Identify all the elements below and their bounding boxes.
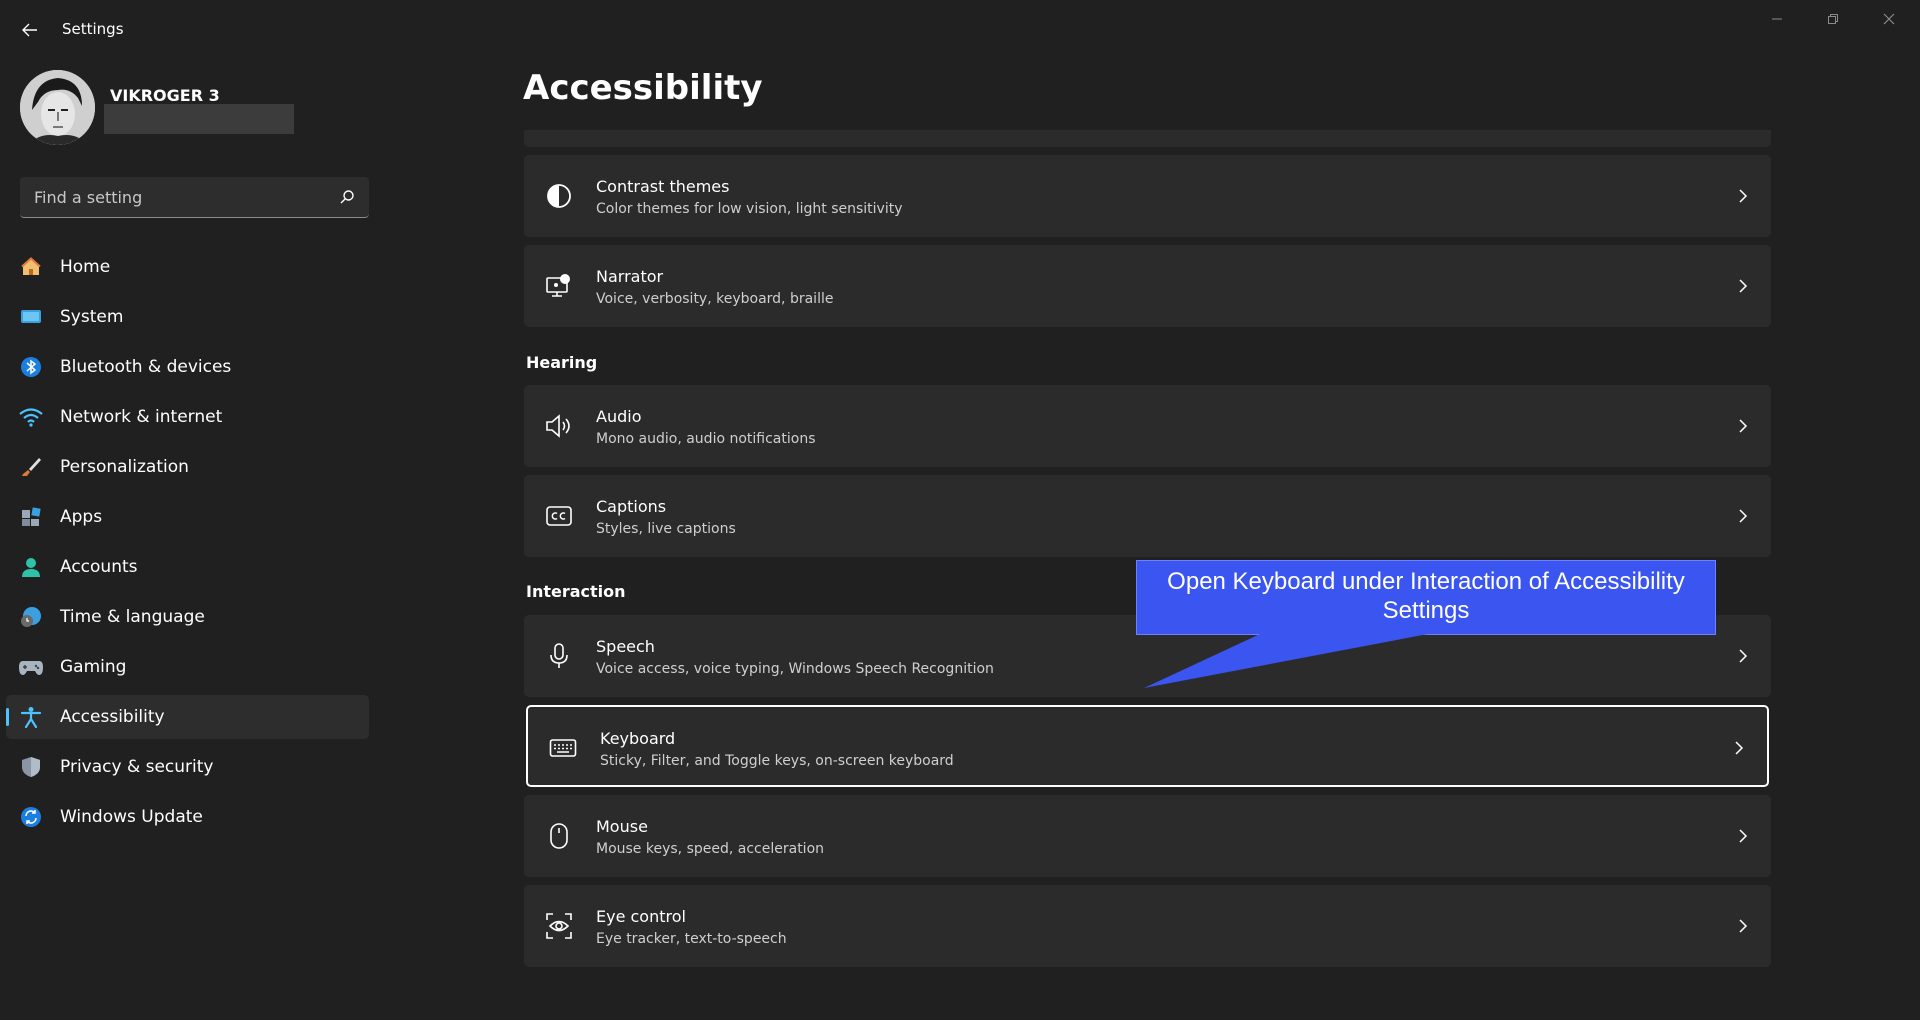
user-name: VIKROGER 3 [110, 86, 220, 105]
search-input[interactable] [20, 177, 320, 217]
speaker-icon [544, 411, 574, 441]
sidebar-item-label: Bluetooth & devices [60, 357, 232, 377]
close-icon [1883, 13, 1895, 25]
chevron-right-icon [1735, 741, 1744, 755]
person-icon [18, 554, 44, 580]
minimize-button[interactable] [1754, 6, 1800, 32]
sidebar-item-network[interactable]: Network & internet [6, 395, 369, 439]
app-title: Settings [62, 20, 124, 38]
card-title: Contrast themes [596, 177, 730, 196]
microphone-icon [544, 641, 574, 671]
sidebar-item-accessibility[interactable]: Accessibility [6, 695, 369, 739]
captions-icon [544, 501, 574, 531]
sidebar-item-system[interactable]: System [6, 295, 369, 339]
sidebar-item-bluetooth[interactable]: Bluetooth & devices [6, 345, 369, 389]
sidebar-item-accounts[interactable]: Accounts [6, 545, 369, 589]
card-subtitle: Eye tracker, text-to-speech [596, 931, 787, 947]
card-title: Eye control [596, 907, 686, 926]
card-mouse[interactable]: Mouse Mouse keys, speed, acceleration [524, 795, 1771, 877]
sidebar-item-label: Accounts [60, 557, 138, 577]
globe-clock-icon [18, 604, 44, 630]
update-icon [18, 804, 44, 830]
section-label-interaction: Interaction [526, 582, 626, 601]
card-keyboard[interactable]: Keyboard Sticky, Filter, and Toggle keys… [526, 705, 1769, 787]
annotation-callout: Open Keyboard under Interaction of Acces… [1136, 560, 1716, 635]
narrator-icon [544, 271, 574, 301]
redacted-email [104, 104, 294, 134]
callout-pointer [1144, 634, 1428, 688]
accessibility-icon [18, 704, 44, 730]
restore-icon [1828, 14, 1838, 24]
chevron-right-icon [1739, 419, 1748, 433]
card-title: Audio [596, 407, 642, 426]
sidebar-item-apps[interactable]: Apps [6, 495, 369, 539]
sidebar-item-label: Personalization [60, 457, 189, 477]
back-button[interactable] [14, 16, 46, 44]
bluetooth-icon [18, 354, 44, 380]
gamepad-icon [18, 654, 44, 680]
card-contrast-themes[interactable]: Contrast themes Color themes for low vis… [524, 155, 1771, 237]
contrast-icon [544, 181, 574, 211]
sidebar-item-gaming[interactable]: Gaming [6, 645, 369, 689]
card-title: Keyboard [600, 729, 676, 748]
card-subtitle: Mouse keys, speed, acceleration [596, 841, 825, 857]
search-box[interactable] [20, 177, 369, 218]
sidebar-nav: Home System Bluetooth & devices Network … [6, 245, 369, 845]
back-arrow-icon [22, 23, 37, 37]
sidebar-item-time-language[interactable]: Time & language [6, 595, 369, 639]
section-label-hearing: Hearing [526, 353, 598, 372]
sidebar-item-home[interactable]: Home [6, 245, 369, 289]
card-title: Narrator [596, 267, 664, 286]
chevron-right-icon [1739, 189, 1748, 203]
sidebar-item-label: Network & internet [60, 407, 223, 427]
title-bar: Settings [0, 0, 1920, 60]
brush-icon [18, 454, 44, 480]
sidebar-item-label: Home [60, 257, 111, 277]
chevron-right-icon [1739, 919, 1748, 933]
sidebar-item-label: System [60, 307, 124, 327]
avatar[interactable] [20, 70, 95, 145]
sidebar-item-label: Accessibility [60, 707, 165, 727]
chevron-right-icon [1739, 829, 1748, 843]
sidebar-item-label: Gaming [60, 657, 127, 677]
maximize-button[interactable] [1810, 6, 1856, 32]
card-title: Mouse [596, 817, 648, 836]
card-subtitle: Voice, verbosity, keyboard, braille [596, 291, 834, 307]
search-icon[interactable] [339, 189, 355, 205]
user-photo-icon [20, 70, 95, 145]
apps-icon [18, 504, 44, 530]
sidebar-item-privacy[interactable]: Privacy & security [6, 745, 369, 789]
sidebar-item-label: Privacy & security [60, 757, 214, 777]
sidebar-item-personalization[interactable]: Personalization [6, 445, 369, 489]
sidebar-item-label: Apps [60, 507, 103, 527]
system-icon [18, 304, 44, 330]
card-subtitle: Mono audio, audio notifications [596, 431, 816, 447]
wifi-icon [18, 404, 44, 430]
eye-control-icon [544, 911, 574, 941]
page-title: Accessibility [523, 68, 763, 108]
minimize-icon [1772, 18, 1782, 20]
keyboard-icon [548, 733, 578, 763]
sidebar-item-label: Time & language [60, 607, 205, 627]
card-captions[interactable]: Captions Styles, live captions [524, 475, 1771, 557]
card-subtitle: Styles, live captions [596, 521, 736, 537]
mouse-icon [544, 821, 574, 851]
sidebar-item-windows-update[interactable]: Windows Update [6, 795, 369, 839]
card-subtitle: Color themes for low vision, light sensi… [596, 201, 903, 217]
home-icon [18, 254, 44, 280]
shield-icon [18, 754, 44, 780]
close-button[interactable] [1866, 6, 1912, 32]
chevron-right-icon [1739, 509, 1748, 523]
card-narrator[interactable]: Narrator Voice, verbosity, keyboard, bra… [524, 245, 1771, 327]
card-title: Speech [596, 637, 655, 656]
card-subtitle: Voice access, voice typing, Windows Spee… [596, 661, 994, 677]
sidebar-item-label: Windows Update [60, 807, 203, 827]
card-eye-control[interactable]: Eye control Eye tracker, text-to-speech [524, 885, 1771, 967]
card-subtitle: Sticky, Filter, and Toggle keys, on-scre… [600, 753, 954, 769]
card-title: Captions [596, 497, 667, 516]
card-audio[interactable]: Audio Mono audio, audio notifications [524, 385, 1771, 467]
chevron-right-icon [1739, 649, 1748, 663]
partial-card-above [524, 130, 1771, 147]
chevron-right-icon [1739, 279, 1748, 293]
